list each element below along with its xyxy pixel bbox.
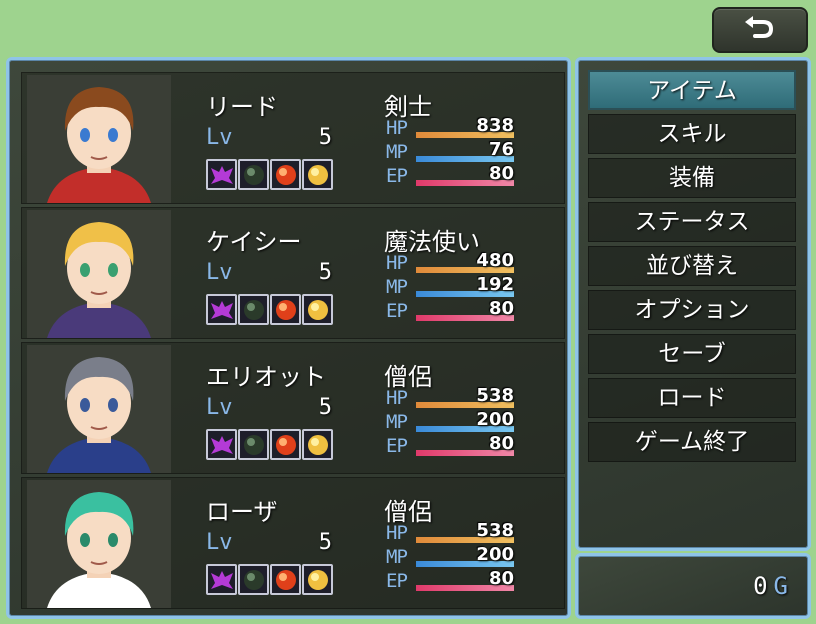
state-icons — [206, 294, 333, 325]
menu-command[interactable]: アイテム — [588, 70, 796, 110]
level-label: Lv — [206, 395, 233, 420]
level-label: Lv — [206, 260, 233, 285]
mp-value: 200 — [476, 409, 514, 430]
actor-name: エリオット — [206, 363, 326, 391]
hp-label: HP — [386, 252, 408, 274]
menu-command[interactable]: ステータス — [588, 202, 796, 242]
gold-window: 0G — [575, 553, 811, 619]
mp-gauge: MP 76 — [386, 139, 516, 165]
return-arrow-icon — [743, 16, 777, 44]
hp-label: HP — [386, 522, 408, 544]
actor-panel[interactable]: ローザ Lv 5 僧侶 HP 538 MP 200 EP 80 — [21, 477, 565, 609]
actor-name: ケイシー — [206, 228, 302, 256]
fire-orb-icon — [270, 294, 301, 325]
level-value: 5 — [318, 125, 332, 150]
state-icons — [206, 429, 333, 460]
mp-label: MP — [386, 141, 408, 163]
menu-command[interactable]: 装備 — [588, 158, 796, 198]
actor-portrait — [27, 210, 171, 338]
menu-command[interactable]: オプション — [588, 290, 796, 330]
gold-amount: 0 — [753, 572, 768, 600]
hp-gauge: HP 538 — [386, 385, 516, 411]
menu-command[interactable]: ロード — [588, 378, 796, 418]
mp-label: MP — [386, 411, 408, 433]
ep-label: EP — [386, 300, 408, 322]
hp-value: 538 — [476, 520, 514, 541]
state-icons — [206, 159, 333, 190]
ep-value: 80 — [488, 163, 514, 184]
ep-gauge: EP 80 — [386, 298, 516, 324]
level-label: Lv — [206, 530, 233, 555]
demon-icon — [206, 294, 237, 325]
light-orb-icon — [302, 564, 333, 595]
party-status-window: リード Lv 5 剣士 HP 838 MP 76 EP 80 ケイシー Lv 5… — [6, 57, 571, 619]
actor-panel[interactable]: ケイシー Lv 5 魔法使い HP 480 MP 192 EP 80 — [21, 207, 565, 339]
mp-value: 76 — [488, 139, 514, 160]
level-value: 5 — [318, 395, 332, 420]
gold-unit: G — [773, 572, 788, 600]
ep-label: EP — [386, 435, 408, 457]
demon-icon — [206, 564, 237, 595]
actor-name: ローザ — [206, 498, 278, 526]
hp-value: 480 — [476, 250, 514, 271]
dark-orb-icon — [238, 429, 269, 460]
fire-orb-icon — [270, 564, 301, 595]
hp-value: 838 — [476, 115, 514, 136]
ep-gauge: EP 80 — [386, 568, 516, 594]
mp-gauge: MP 192 — [386, 274, 516, 300]
mp-value: 200 — [476, 544, 514, 565]
ep-label: EP — [386, 570, 408, 592]
mp-label: MP — [386, 546, 408, 568]
menu-command[interactable]: スキル — [588, 114, 796, 154]
actor-panel[interactable]: リード Lv 5 剣士 HP 838 MP 76 EP 80 — [21, 72, 565, 204]
fire-orb-icon — [270, 429, 301, 460]
actor-name: リード — [206, 93, 278, 121]
fire-orb-icon — [270, 159, 301, 190]
ep-value: 80 — [488, 433, 514, 454]
menu-command[interactable]: ゲーム終了 — [588, 422, 796, 462]
hp-label: HP — [386, 387, 408, 409]
level-label: Lv — [206, 125, 233, 150]
dark-orb-icon — [238, 294, 269, 325]
hp-gauge: HP 480 — [386, 250, 516, 276]
mp-gauge: MP 200 — [386, 409, 516, 435]
light-orb-icon — [302, 429, 333, 460]
actor-portrait — [27, 75, 171, 203]
level-value: 5 — [318, 530, 332, 555]
ep-gauge: EP 80 — [386, 163, 516, 189]
actor-portrait — [27, 480, 171, 608]
menu-command-window: アイテム スキル 装備 ステータス 並び替え オプション セーブ ロード ゲーム終了 — [575, 57, 811, 551]
level-value: 5 — [318, 260, 332, 285]
ep-value: 80 — [488, 298, 514, 319]
mp-value: 192 — [476, 274, 514, 295]
actor-panel[interactable]: エリオット Lv 5 僧侶 HP 538 MP 200 EP 80 — [21, 342, 565, 474]
light-orb-icon — [302, 159, 333, 190]
gold-display: 0G — [753, 572, 788, 600]
mp-label: MP — [386, 276, 408, 298]
back-button[interactable] — [712, 7, 808, 53]
hp-gauge: HP 838 — [386, 115, 516, 141]
demon-icon — [206, 159, 237, 190]
menu-command[interactable]: セーブ — [588, 334, 796, 374]
ep-value: 80 — [488, 568, 514, 589]
ep-gauge: EP 80 — [386, 433, 516, 459]
light-orb-icon — [302, 294, 333, 325]
dark-orb-icon — [238, 564, 269, 595]
menu-command[interactable]: 並び替え — [588, 246, 796, 286]
actor-portrait — [27, 345, 171, 473]
mp-gauge: MP 200 — [386, 544, 516, 570]
demon-icon — [206, 429, 237, 460]
ep-label: EP — [386, 165, 408, 187]
state-icons — [206, 564, 333, 595]
dark-orb-icon — [238, 159, 269, 190]
hp-value: 538 — [476, 385, 514, 406]
hp-label: HP — [386, 117, 408, 139]
hp-gauge: HP 538 — [386, 520, 516, 546]
